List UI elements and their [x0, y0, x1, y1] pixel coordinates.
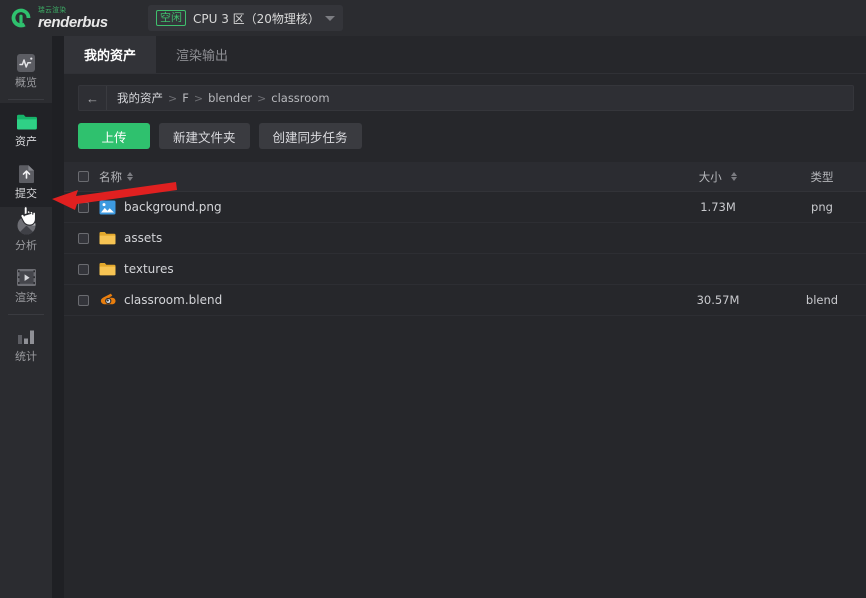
sidebar-label-submit: 提交 — [15, 186, 37, 200]
sidebar-label-analysis: 分析 — [15, 238, 37, 252]
main-content: 我的资产 渲染输出 ← 我的资产 > F > blender > classro… — [64, 36, 866, 598]
sidebar-item-overview[interactable]: 概览 — [0, 44, 52, 96]
column-header-type: 类型 — [810, 169, 834, 184]
app-logo[interactable]: 瑞云渲染 renderbus — [0, 0, 140, 36]
sidebar-item-statistics[interactable]: 统计 — [0, 318, 52, 370]
sidebar-label-render: 渲染 — [15, 290, 37, 304]
zone-label: CPU 3 区（20物理核） — [193, 11, 320, 26]
upload-button[interactable]: 上传 — [78, 123, 150, 149]
breadcrumb-separator: > — [257, 91, 267, 105]
file-name[interactable]: textures — [124, 262, 174, 276]
bar-chart-icon — [15, 326, 37, 348]
asset-table: 名称 大小 类型 background.png 1.73M png assets… — [64, 162, 866, 316]
breadcrumb-item-2[interactable]: blender — [208, 91, 252, 105]
top-bar: 瑞云渲染 renderbus 空闲 CPU 3 区（20物理核） — [0, 0, 866, 36]
tab-render-output[interactable]: 渲染输出 — [156, 36, 248, 73]
file-name[interactable]: assets — [124, 231, 162, 245]
tab-bar: 我的资产 渲染输出 — [64, 36, 866, 74]
image-file-icon — [99, 199, 116, 216]
file-name[interactable]: background.png — [124, 200, 222, 214]
column-header-name: 名称 — [99, 169, 122, 184]
table-row[interactable]: background.png 1.73M png — [64, 192, 866, 223]
film-play-icon — [15, 267, 37, 289]
zone-status-badge: 空闲 — [156, 10, 186, 26]
sidebar-divider-2 — [8, 314, 44, 315]
file-name[interactable]: classroom.blend — [124, 293, 222, 307]
sidebar-label-assets: 资产 — [15, 134, 37, 148]
file-size: 30.57M — [696, 293, 740, 307]
folder-icon — [15, 111, 37, 133]
sidebar: 概览 资产 提交 分析 渲染 统计 — [0, 36, 52, 598]
row-checkbox[interactable] — [78, 232, 89, 244]
tab-my-assets[interactable]: 我的资产 — [64, 36, 156, 73]
table-header-row: 名称 大小 类型 — [64, 162, 866, 192]
breadcrumb-item-3[interactable]: classroom — [271, 91, 329, 105]
sidebar-label-overview: 概览 — [15, 75, 37, 89]
renderbus-logo-icon — [10, 7, 32, 29]
sort-name-control[interactable] — [127, 172, 133, 181]
action-button-row: 上传 新建文件夹 创建同步任务 — [78, 123, 866, 149]
sort-size-control[interactable] — [731, 171, 738, 181]
breadcrumb: ← 我的资产 > F > blender > classroom — [78, 85, 854, 111]
breadcrumb-item-1[interactable]: F — [182, 91, 189, 105]
logo-wordmark: renderbus — [38, 13, 108, 31]
sidebar-item-submit[interactable]: 提交 — [0, 155, 52, 207]
breadcrumb-item-0[interactable]: 我的资产 — [117, 90, 163, 106]
file-type: blend — [805, 293, 839, 307]
sidebar-item-analysis[interactable]: 分析 — [0, 207, 52, 259]
row-checkbox[interactable] — [78, 201, 89, 213]
create-sync-task-button[interactable]: 创建同步任务 — [258, 123, 362, 149]
chevron-down-icon[interactable] — [325, 16, 335, 21]
row-checkbox[interactable] — [78, 263, 89, 275]
column-header-size: 大小 — [698, 169, 722, 184]
new-folder-button[interactable]: 新建文件夹 — [159, 123, 250, 149]
folder-icon — [99, 261, 116, 278]
table-row[interactable]: textures — [64, 254, 866, 285]
pie-chart-icon — [15, 215, 37, 237]
pulse-icon — [15, 52, 37, 74]
breadcrumb-separator: > — [168, 91, 178, 105]
breadcrumb-separator: > — [193, 91, 204, 105]
table-row[interactable]: assets — [64, 223, 866, 254]
table-row[interactable]: classroom.blend 30.57M blend — [64, 285, 866, 316]
arrow-left-icon[interactable]: ← — [79, 86, 107, 110]
select-all-checkbox[interactable] — [78, 171, 89, 182]
sidebar-divider-1 — [8, 99, 44, 100]
sidebar-item-assets[interactable]: 资产 — [0, 103, 52, 155]
upload-file-icon — [15, 163, 37, 185]
logo-chinese-text: 瑞云渲染 — [38, 5, 67, 14]
blender-file-icon — [99, 292, 116, 309]
file-size: 1.73M — [700, 200, 736, 214]
sidebar-label-statistics: 统计 — [15, 349, 37, 363]
breadcrumb-path: 我的资产 > F > blender > classroom — [107, 90, 330, 106]
row-checkbox[interactable] — [78, 294, 89, 306]
folder-icon — [99, 230, 116, 247]
cpu-zone-dropdown[interactable]: 空闲 CPU 3 区（20物理核） — [148, 5, 343, 31]
sidebar-item-render[interactable]: 渲染 — [0, 259, 52, 311]
file-type: png — [811, 200, 833, 214]
